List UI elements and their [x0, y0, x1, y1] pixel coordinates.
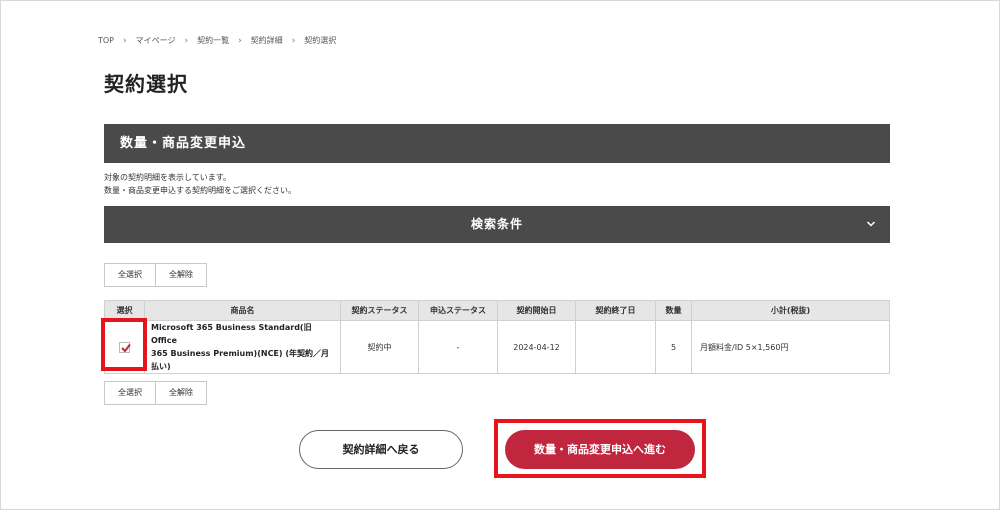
chevron-right-icon: ›: [291, 35, 296, 46]
column-header-start-date: 契約開始日: [497, 300, 576, 321]
product-name-cell: Microsoft 365 Business Standard(旧Office …: [144, 320, 341, 374]
column-header-product: 商品名: [144, 300, 341, 321]
breadcrumb: TOP › マイページ › 契約一覧 › 契約詳細 › 契約選択: [98, 35, 336, 46]
select-all-button[interactable]: 全選択: [105, 264, 155, 286]
section-header: 数量・商品変更申込: [104, 124, 890, 163]
breadcrumb-contract-detail[interactable]: 契約詳細: [251, 35, 283, 46]
select-cell: [104, 320, 145, 374]
product-name-line: 払い): [151, 362, 171, 371]
proceed-to-change-application-button[interactable]: 数量・商品変更申込へ進む: [505, 430, 695, 469]
clear-all-button[interactable]: 全解除: [155, 382, 206, 404]
breadcrumb-current: 契約選択: [304, 36, 337, 45]
product-name-line: Microsoft 365 Business Standard(旧Office: [151, 323, 312, 345]
clear-all-button[interactable]: 全解除: [155, 264, 206, 286]
column-header-end-date: 契約終了日: [575, 300, 656, 321]
breadcrumb-contract-list[interactable]: 契約一覧: [197, 35, 229, 46]
end-date-cell: [575, 320, 656, 374]
description-line: 対象の契約明細を表示しています。: [104, 173, 231, 182]
select-all-button[interactable]: 全選択: [105, 382, 155, 404]
subtotal-cell: 月額料金/ID 5×1,560円: [691, 320, 890, 374]
contracts-table: 選択 商品名 契約ステータス 申込ステータス 契約開始日 契約終了日 数量 小計…: [104, 300, 890, 374]
quantity-cell: 5: [655, 320, 692, 374]
back-to-contract-detail-button[interactable]: 契約詳細へ戻る: [299, 430, 463, 469]
contract-status-cell: 契約中: [340, 320, 419, 374]
checkmark-icon: [121, 343, 131, 353]
chevron-right-icon: ›: [123, 35, 127, 46]
table-header-row: 選択 商品名 契約ステータス 申込ステータス 契約開始日 契約終了日 数量 小計…: [104, 300, 890, 321]
application-status-cell: -: [418, 320, 498, 374]
table-row: Microsoft 365 Business Standard(旧Office …: [104, 320, 890, 374]
description: 対象の契約明細を表示しています。 数量・商品変更申込する契約明細をご選択ください…: [104, 171, 296, 197]
row-select-checkbox[interactable]: [119, 341, 131, 353]
search-conditions-label: 検索条件: [470, 217, 523, 231]
column-header-contract-status: 契約ステータス: [340, 300, 419, 321]
breadcrumb-top[interactable]: TOP: [98, 36, 114, 45]
product-name-line: 365 Business Premium)(NCE) (年契約／月: [151, 349, 329, 358]
start-date-cell: 2024-04-12: [497, 320, 576, 374]
column-header-select: 選択: [104, 300, 145, 321]
column-header-quantity: 数量: [655, 300, 692, 321]
chevron-right-icon: ›: [184, 35, 189, 46]
selection-button-group-bottom: 全選択 全解除: [104, 381, 207, 405]
selection-button-group-top: 全選択 全解除: [104, 263, 207, 287]
search-conditions-toggle[interactable]: 検索条件: [104, 206, 890, 243]
column-header-subtotal: 小計(税抜): [691, 300, 890, 321]
description-line: 数量・商品変更申込する契約明細をご選択ください。: [104, 186, 296, 195]
chevron-down-icon: [866, 221, 876, 227]
column-header-application-status: 申込ステータス: [418, 300, 498, 321]
page-title: 契約選択: [104, 72, 188, 96]
breadcrumb-mypage[interactable]: マイページ: [136, 35, 176, 46]
chevron-right-icon: ›: [238, 35, 242, 46]
